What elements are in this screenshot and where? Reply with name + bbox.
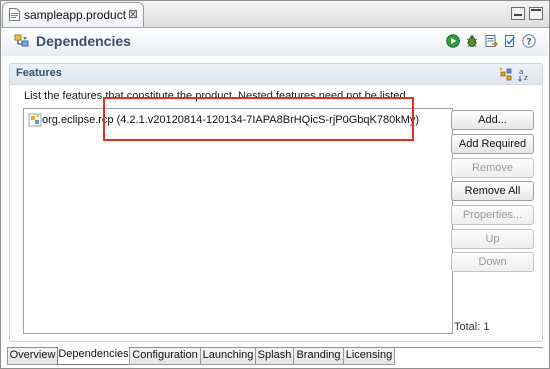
editor-page-tabs: Overview Dependencies Configuration Laun…: [7, 347, 543, 366]
svg-text:a: a: [519, 68, 523, 76]
dependencies-icon: [14, 34, 29, 47]
tab-licensing[interactable]: Licensing: [343, 348, 395, 365]
add-button[interactable]: Add...: [451, 110, 534, 130]
tab-branding[interactable]: Branding: [293, 348, 344, 365]
features-total-count: Total: 1: [454, 321, 490, 333]
tab-splash[interactable]: Splash: [255, 348, 294, 365]
form-header: Dependencies ?: [2, 28, 548, 56]
tab-overview[interactable]: Overview: [7, 348, 58, 365]
remove-button[interactable]: Remove: [451, 158, 534, 178]
properties-button[interactable]: Properties...: [451, 205, 534, 225]
tab-dependencies[interactable]: Dependencies: [57, 347, 130, 365]
page-title: Dependencies: [36, 33, 131, 49]
editor-tab-strip: sampleapp.product ⊠: [1, 1, 549, 28]
features-section-header: Features a z: [10, 64, 542, 85]
maximize-button[interactable]: [529, 7, 543, 20]
close-icon[interactable]: ⊠: [128, 7, 138, 21]
svg-text:?: ?: [526, 38, 531, 48]
minimize-button[interactable]: [511, 7, 525, 20]
remove-all-button[interactable]: Remove All: [451, 181, 534, 201]
product-file-icon: [9, 8, 20, 21]
features-section: Features a z List the features that cons…: [9, 63, 543, 342]
run-icon[interactable]: [446, 34, 460, 48]
editor-frame: sampleapp.product ⊠ Dependencies ? Featu…: [0, 0, 550, 369]
editor-tab[interactable]: sampleapp.product ⊠: [2, 2, 144, 27]
tab-configuration[interactable]: Configuration: [129, 348, 201, 365]
up-button[interactable]: Up: [451, 229, 534, 249]
features-description: List the features that constitute the pr…: [24, 90, 409, 102]
features-section-title: Features: [16, 67, 62, 79]
down-button[interactable]: Down: [451, 252, 534, 272]
add-required-button[interactable]: Add Required: [451, 134, 534, 154]
export-wizard-icon[interactable]: [484, 34, 498, 48]
tab-launching[interactable]: Launching: [200, 348, 256, 365]
sort-alphabetically-icon[interactable]: a z: [517, 67, 532, 82]
features-list[interactable]: org.eclipse.rcp (4.2.1.v20120814-120134-…: [23, 108, 453, 334]
help-icon[interactable]: ?: [522, 34, 536, 48]
new-feature-icon[interactable]: [499, 67, 514, 82]
debug-icon[interactable]: [465, 34, 479, 48]
feature-label: org.eclipse.rcp (4.2.1.v20120814-120134-…: [42, 114, 420, 126]
validate-icon[interactable]: [503, 34, 517, 48]
svg-text:z: z: [524, 74, 528, 82]
feature-icon: [28, 113, 42, 127]
editor-tab-title: sampleapp.product: [24, 8, 127, 22]
